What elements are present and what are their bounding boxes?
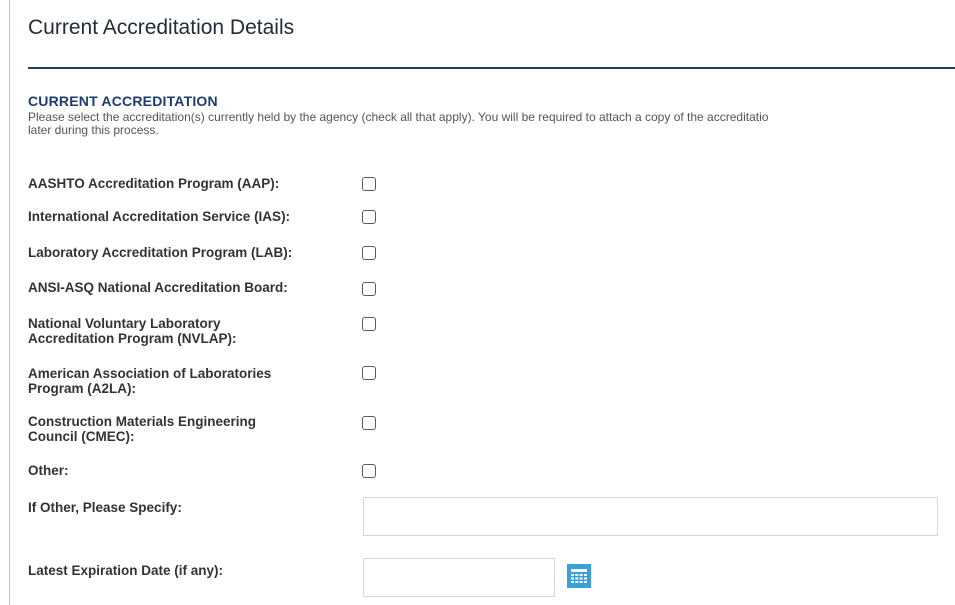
label-cmec-line-2: Council (CMEC): <box>28 429 135 444</box>
label-nvlap: National Voluntary Laboratory Accreditat… <box>28 316 358 346</box>
checkbox-other[interactable] <box>362 464 376 478</box>
other-specify-input[interactable] <box>363 497 938 536</box>
expiration-date-input[interactable] <box>363 558 555 597</box>
label-aashto: AASHTO Accreditation Program (AAP): <box>28 176 358 191</box>
checkbox-cmec[interactable] <box>362 416 376 430</box>
calendar-button[interactable] <box>567 564 591 588</box>
page-title: Current Accreditation Details <box>28 16 295 39</box>
label-cmec-line-1: Construction Materials Engineering <box>28 414 257 429</box>
checkbox-a2la[interactable] <box>362 366 376 380</box>
label-lab-text: Laboratory Accreditation Program (LAB): <box>28 245 293 260</box>
label-a2la: American Association of Laboratories Pro… <box>28 366 358 396</box>
label-a2la-line-1: American Association of Laboratories <box>28 366 272 381</box>
checkbox-lab[interactable] <box>362 246 376 260</box>
label-aashto-text: AASHTO Accreditation Program (AAP): <box>28 176 280 191</box>
content-panel: Current Accreditation Details CURRENT AC… <box>9 0 955 605</box>
label-cmec: Construction Materials Engineering Counc… <box>28 414 358 444</box>
label-ias: International Accreditation Service (IAS… <box>28 209 358 224</box>
instructions-line-1: Please select the accreditation(s) curre… <box>28 111 769 124</box>
label-other: Other: <box>28 463 358 478</box>
label-ansi-asq-text: ANSI-ASQ National Accreditation Board: <box>28 280 288 295</box>
label-nvlap-line-2: Accreditation Program (NVLAP): <box>28 331 237 346</box>
section-heading: CURRENT ACCREDITATION <box>28 93 218 109</box>
title-divider <box>28 67 955 69</box>
label-ias-text: International Accreditation Service (IAS… <box>28 209 291 224</box>
label-lab: Laboratory Accreditation Program (LAB): <box>28 245 358 260</box>
label-other-specify: If Other, Please Specify: <box>28 500 182 515</box>
label-expiration-date: Latest Expiration Date (if any): <box>28 563 224 578</box>
calendar-icon <box>567 564 591 588</box>
label-other-text: Other: <box>28 463 69 478</box>
instructions-line-2: later during this process. <box>28 123 159 137</box>
checkbox-nvlap[interactable] <box>362 317 376 331</box>
section-instructions: Please select the accreditation(s) curre… <box>28 111 948 137</box>
checkbox-ansi-asq[interactable] <box>362 282 376 296</box>
checkbox-ias[interactable] <box>362 210 376 224</box>
label-ansi-asq: ANSI-ASQ National Accreditation Board: <box>28 280 358 295</box>
checkbox-aashto[interactable] <box>362 177 376 191</box>
label-nvlap-line-1: National Voluntary Laboratory <box>28 316 221 331</box>
label-a2la-line-2: Program (A2LA): <box>28 381 137 396</box>
